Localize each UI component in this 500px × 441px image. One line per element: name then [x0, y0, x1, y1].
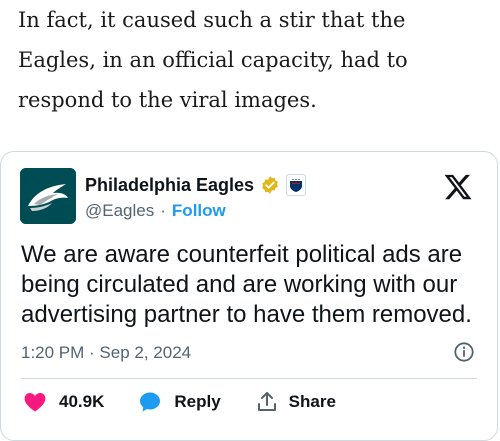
divider — [21, 378, 477, 379]
likes-count: 40.9K — [59, 392, 105, 411]
follow-link[interactable]: Follow — [172, 201, 226, 221]
nfl-affiliate-icon — [286, 174, 307, 196]
eagles-logo-icon — [20, 168, 76, 224]
handle[interactable]: @Eagles — [85, 201, 154, 221]
reply-bubble-icon — [138, 390, 162, 414]
article-paragraph: In fact, it caused such a stir that the … — [18, 8, 408, 112]
like-button[interactable]: 40.9K — [23, 390, 104, 414]
tweet-timestamp[interactable]: 1:20 PM · Sep 2, 2024 — [21, 343, 191, 363]
embedded-tweet[interactable]: Philadelphia Eagles @Eagles · Follow We … — [0, 151, 498, 441]
handle-separator: · — [160, 201, 166, 220]
share-button[interactable]: Share — [255, 390, 336, 414]
display-name[interactable]: Philadelphia Eagles — [85, 175, 254, 196]
share-icon — [255, 390, 279, 414]
x-logo-icon[interactable] — [443, 172, 473, 202]
avatar[interactable] — [20, 168, 76, 224]
reply-label: Reply — [174, 392, 221, 411]
tweet-text: We are aware counterfeit political ads a… — [21, 241, 472, 328]
verified-badge-icon — [260, 175, 280, 195]
action-bar: 40.9K Reply Share — [23, 390, 370, 414]
heart-icon — [23, 390, 47, 414]
reply-button[interactable]: Reply — [138, 390, 221, 414]
share-label: Share — [288, 392, 336, 411]
info-icon[interactable] — [453, 341, 475, 363]
